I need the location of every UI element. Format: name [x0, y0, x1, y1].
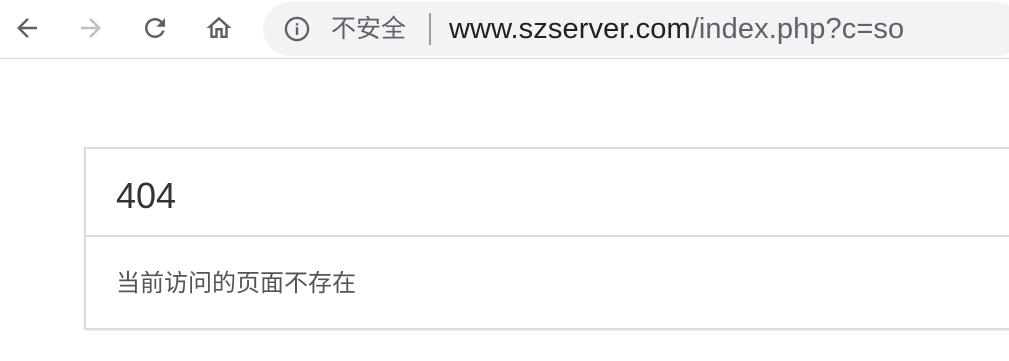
url-path: /index.php?c=so	[690, 13, 905, 45]
arrow-right-icon	[81, 18, 101, 38]
forward-button[interactable]	[69, 6, 113, 50]
error-panel: 404 当前访问的页面不存在	[84, 147, 1009, 330]
address-separator	[429, 13, 431, 45]
url-text[interactable]: www.szserver.com/index.php?c=so	[449, 12, 904, 46]
back-button[interactable]	[5, 6, 49, 50]
reload-button[interactable]	[133, 6, 177, 50]
url-host: www.szserver.com	[449, 13, 691, 45]
info-icon[interactable]	[283, 15, 311, 43]
home-button[interactable]	[197, 6, 241, 50]
error-code-title: 404	[116, 175, 177, 216]
error-panel-header: 404	[86, 149, 1009, 237]
address-bar[interactable]: 不安全 www.szserver.com/index.php?c=so	[263, 2, 1009, 56]
browser-toolbar: 不安全 www.szserver.com/index.php?c=so	[0, 0, 1009, 59]
security-label[interactable]: 不安全	[331, 13, 406, 45]
home-icon	[206, 16, 232, 38]
error-message: 当前访问的页面不存在	[116, 269, 356, 297]
arrow-left-icon	[17, 18, 37, 38]
reload-icon	[145, 18, 165, 38]
